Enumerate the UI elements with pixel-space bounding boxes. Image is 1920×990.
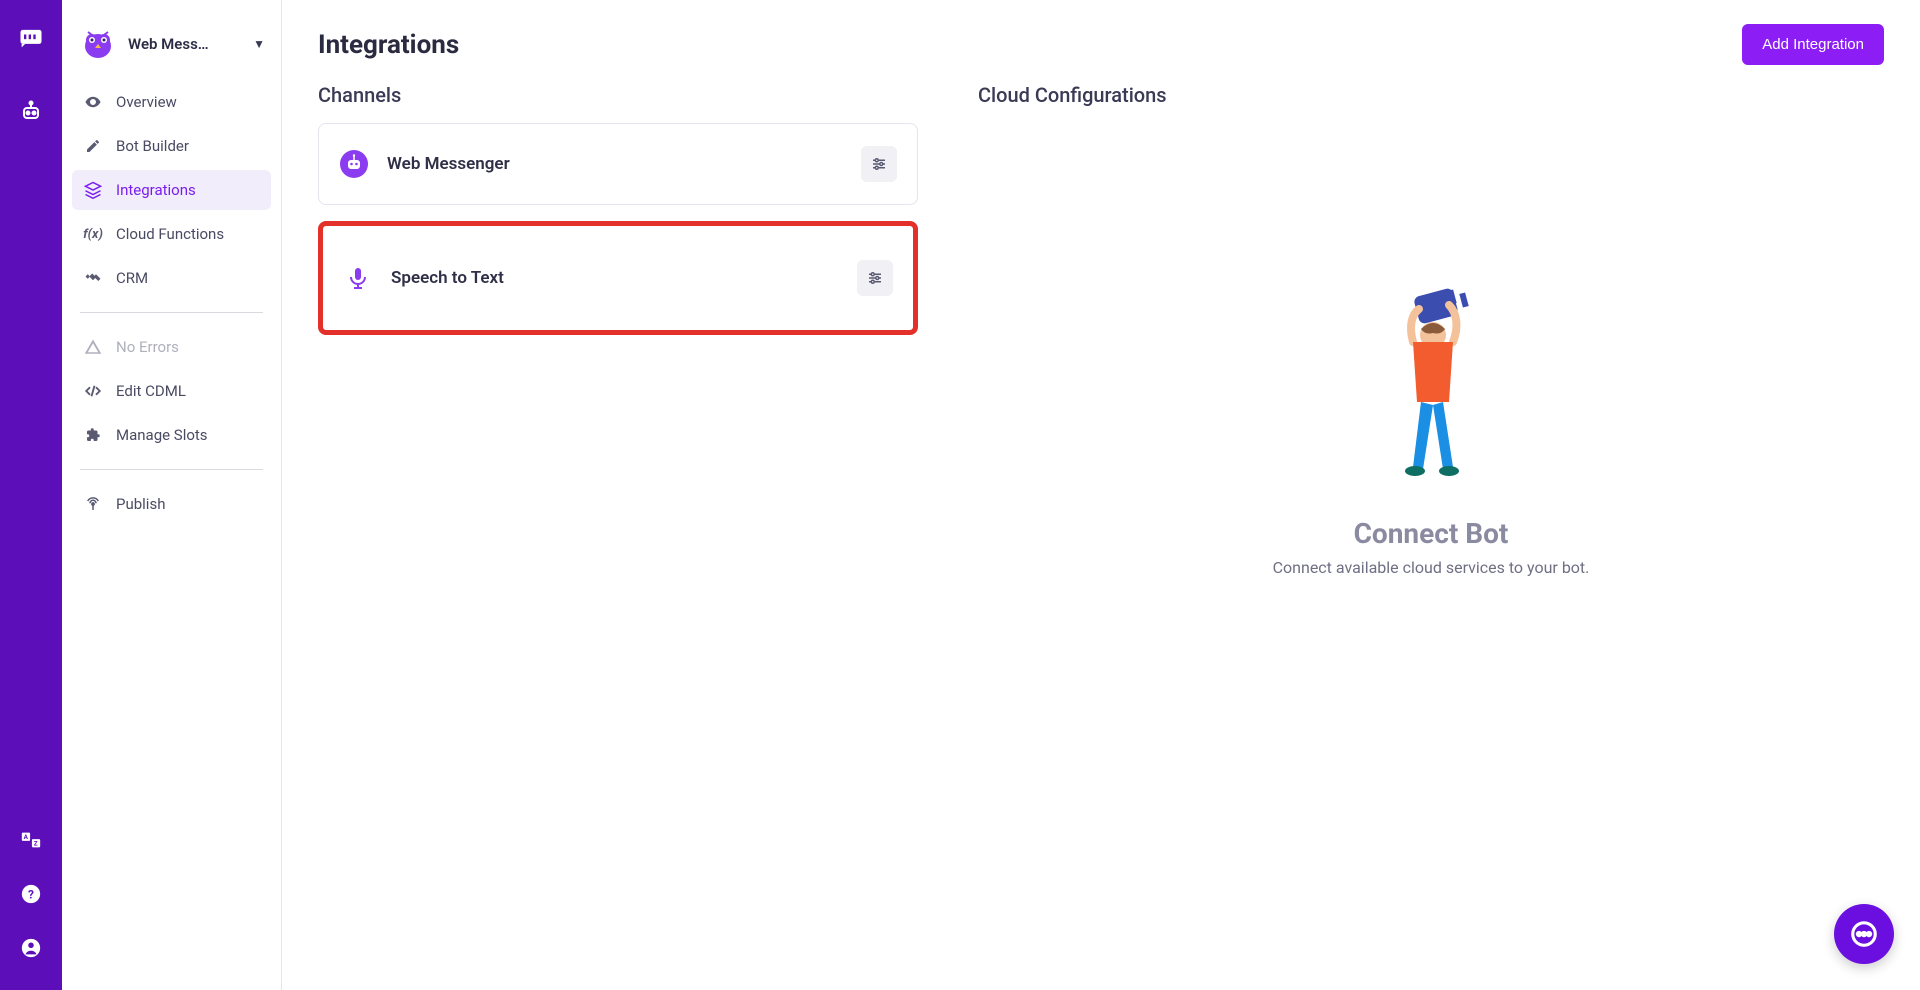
cloud-empty-state: Connect Bot Connect available cloud serv… (978, 287, 1884, 577)
channel-label: Speech to Text (391, 268, 839, 288)
sidebar-item-label: No Errors (116, 338, 179, 356)
cloud-title: Cloud Configurations (978, 83, 1884, 107)
puzzle-icon (84, 426, 102, 444)
help-icon[interactable]: ? (17, 880, 45, 908)
sidebar-item-edit-cdml[interactable]: Edit CDML (72, 371, 271, 411)
add-integration-button[interactable]: Add Integration (1742, 24, 1884, 65)
main-content: Integrations Add Integration Channels We… (282, 0, 1920, 990)
sidebar-item-label: Bot Builder (116, 137, 189, 155)
channel-label: Web Messenger (387, 154, 843, 174)
sidebar-item-label: Manage Slots (116, 426, 208, 444)
sidebar-item-label: Publish (116, 495, 165, 513)
sidebar-item-label: Overview (116, 93, 177, 111)
sidebar-item-crm[interactable]: CRM (72, 258, 271, 298)
sidebar: Web Mess… ▼ Overview Bot Builder Integra… (62, 0, 282, 990)
empty-title: Connect Bot (1354, 517, 1509, 550)
svg-text:Z: Z (34, 840, 38, 848)
channel-card-speech-to-text[interactable]: Speech to Text (318, 221, 918, 335)
channel-settings-button[interactable] (861, 146, 897, 182)
pencil-icon (84, 137, 102, 155)
bot-selector[interactable]: Web Mess… ▼ (72, 16, 271, 80)
sidebar-item-label: CRM (116, 269, 148, 287)
sidebar-item-label: Integrations (116, 181, 196, 199)
divider (80, 469, 263, 470)
warning-icon (84, 338, 102, 356)
svg-text:?: ? (28, 888, 34, 902)
handshake-icon (84, 269, 102, 287)
divider (80, 312, 263, 313)
broadcast-icon (84, 495, 102, 513)
sidebar-item-label: Edit CDML (116, 382, 186, 400)
microphone-icon (343, 263, 373, 293)
eye-icon (84, 93, 102, 111)
sidebar-item-integrations[interactable]: Integrations (72, 170, 271, 210)
chat-dots-icon (1849, 919, 1879, 949)
bot-circle-icon (339, 149, 369, 179)
layers-icon (84, 181, 102, 199)
code-icon (84, 382, 102, 400)
chat-bubble-icon[interactable] (17, 24, 45, 52)
sidebar-item-errors[interactable]: No Errors (72, 327, 271, 367)
sidebar-item-label: Cloud Functions (116, 225, 224, 243)
sidebar-item-overview[interactable]: Overview (72, 82, 271, 122)
connect-bot-illustration (1361, 287, 1501, 507)
chevron-down-icon: ▼ (253, 37, 265, 51)
sidebar-item-cloud-functions[interactable]: f(x) Cloud Functions (72, 214, 271, 254)
fx-icon: f(x) (84, 225, 102, 243)
bot-name: Web Mess… (128, 35, 243, 53)
chat-fab[interactable] (1834, 904, 1894, 964)
owl-icon (78, 24, 118, 64)
empty-subtitle: Connect available cloud services to your… (1273, 558, 1590, 577)
sidebar-item-bot-builder[interactable]: Bot Builder (72, 126, 271, 166)
channels-column: Channels Web Messenger Speech to Text (318, 83, 918, 577)
channel-settings-button[interactable] (857, 260, 893, 296)
main-header: Integrations Add Integration (318, 24, 1884, 65)
channels-title: Channels (318, 83, 918, 107)
bot-icon[interactable] (17, 98, 45, 126)
app-rail: AZ ? (0, 0, 62, 990)
translate-icon[interactable]: AZ (17, 826, 45, 854)
sidebar-item-publish[interactable]: Publish (72, 484, 271, 524)
sidebar-item-manage-slots[interactable]: Manage Slots (72, 415, 271, 455)
svg-text:A: A (24, 833, 29, 841)
channel-card-web-messenger[interactable]: Web Messenger (318, 123, 918, 205)
cloud-column: Cloud Configurations (978, 83, 1884, 577)
page-title: Integrations (318, 30, 459, 60)
profile-icon[interactable] (17, 934, 45, 962)
